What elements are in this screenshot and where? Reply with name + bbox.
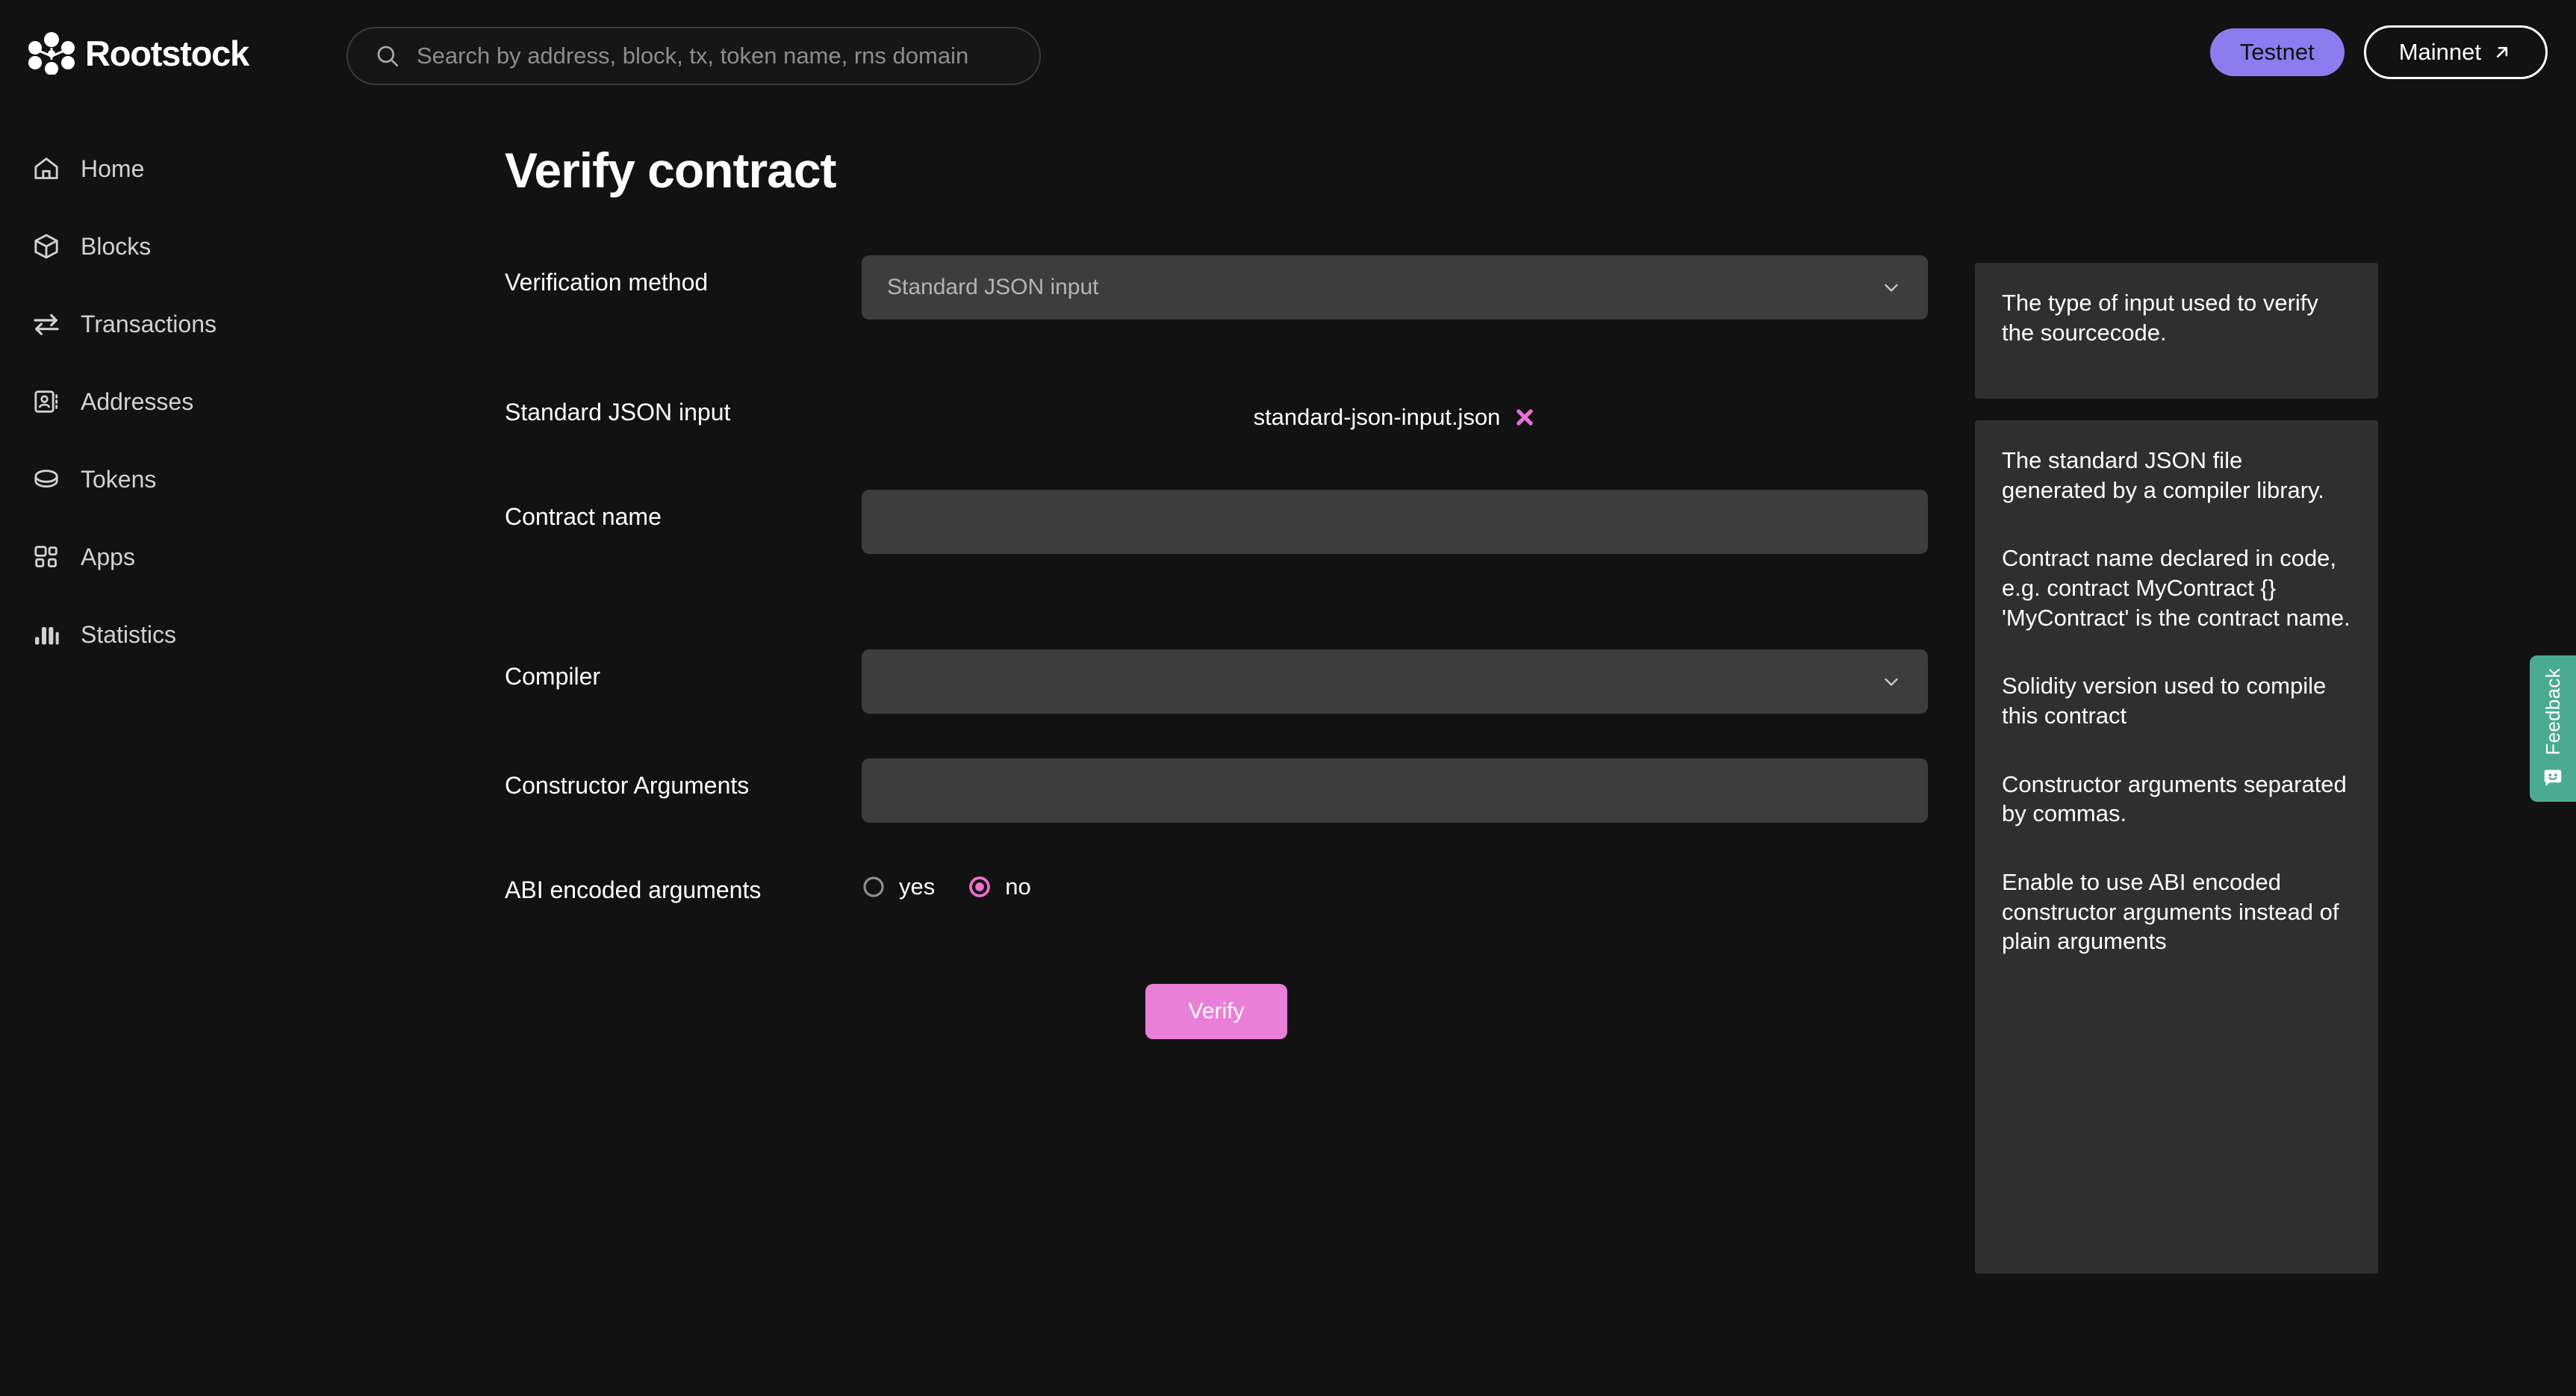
verification-method-select[interactable]: Standard JSON input [862,255,1928,320]
field-row-standard-json-input: Standard JSON input standard-json-input.… [505,385,1923,449]
uploaded-file-chip: standard-json-input.json [862,385,1928,449]
feedback-tab[interactable]: Feedback [2530,655,2576,802]
address-book-icon [34,390,58,413]
uploaded-file-name: standard-json-input.json [1253,404,1501,430]
sidebar-item-label: Tokens [81,465,157,493]
sidebar-item-blocks[interactable]: Blocks [0,227,246,266]
contract-name-input[interactable] [862,490,1928,554]
sidebar-item-label: Addresses [81,387,194,415]
compiler-select[interactable] [862,649,1928,714]
verification-method-field: Standard JSON input [862,255,1928,320]
search-bar[interactable] [346,27,1041,85]
field-row-constructor-arguments: Constructor Arguments [505,758,1928,823]
abi-radio-option-no[interactable]: no [968,873,1031,900]
brand-logo-link[interactable]: Rootstock [28,31,249,75]
network-mainnet-label: Mainnet [2398,39,2481,65]
bar-chart-icon [35,627,59,645]
help-text: The type of input used to verify the sou… [2002,290,2318,346]
abi-radio-group: yes no [862,863,1928,900]
sidebar-item-tokens[interactable]: Tokens [0,460,246,499]
radio-unselected-icon [863,876,884,897]
external-link-arrow-icon [2496,46,2508,58]
sidebar-item-label: Blocks [81,232,152,260]
sidebar-item-label: Transactions [81,310,217,337]
help-text: The standard JSON file generated by a co… [2002,447,2324,503]
help-text: Constructor arguments separated by comma… [2002,770,2347,827]
field-row-compiler: Compiler [505,649,1928,714]
verify-button[interactable]: Verify [1145,984,1287,1039]
page-title: Verify contract [505,143,837,198]
abi-encoded-arguments-label: ABI encoded arguments [505,876,762,903]
apps-grid-icon [34,546,57,567]
contract-name-label: Contract name [505,503,662,530]
help-text: Contract name declared in code, e.g. con… [2002,545,2351,631]
help-panel-column: The type of input used to verify the sou… [1975,263,2378,1274]
field-row-abi-encoded-arguments: ABI encoded arguments yes no [505,863,1923,905]
feedback-label: Feedback [2541,667,2564,755]
sidebar-item-label: Statistics [81,620,177,648]
constructor-arguments-label: Constructor Arguments [505,772,750,799]
help-text: Solidity version used to compile this co… [2002,673,2327,729]
compiler-field [862,649,1928,714]
standard-json-input-label: Standard JSON input [505,399,731,426]
search-input[interactable] [417,43,1012,69]
sidebar-item-home[interactable]: Home [0,149,246,188]
help-text: Enable to use ABI encoded constructor ar… [2002,869,2339,955]
coin-icon [34,470,58,488]
compiler-label: Compiler [505,663,601,690]
sidebar-nav: Home Blocks Transactions Addresses Token… [0,149,246,693]
feedback-smiley-icon [2544,770,2562,786]
sidebar-item-label: Apps [81,543,135,570]
network-mainnet-button[interactable]: Mainnet [2363,25,2548,79]
constructor-arguments-field [862,758,1928,823]
sidebar-item-apps[interactable]: Apps [0,537,246,576]
abi-radio-label-no: no [1005,873,1031,900]
verification-method-value: Standard JSON input [887,275,1099,299]
verify-contract-form: Verify contract Verification method Stan… [505,142,1928,1039]
top-bar: Rootstock Testnet Mainnet [0,0,2576,112]
home-icon [34,158,58,179]
abi-radio-label-yes: yes [899,873,936,900]
brand-name: Rootstock [85,33,249,73]
sidebar-item-label: Home [81,155,145,182]
contract-name-field [862,490,1928,554]
network-testnet-button[interactable]: Testnet [2209,28,2345,76]
help-card-verification-method: The type of input used to verify the sou… [1975,263,2378,399]
constructor-arguments-input[interactable] [862,758,1928,823]
transactions-arrows-icon [34,314,59,335]
rootstock-logo-icon [28,32,75,75]
chevron-down-icon [1885,284,1898,292]
radio-selected-icon [969,876,991,897]
sidebar-item-addresses[interactable]: Addresses [0,382,246,421]
network-switcher: Testnet Mainnet [2209,25,2548,79]
chevron-down-icon [1885,678,1898,686]
field-row-contract-name: Contract name [505,490,1928,554]
verification-method-label: Verification method [505,269,709,296]
close-x-icon[interactable] [1513,406,1536,429]
app-root: Rootstock Testnet Mainnet [0,0,2576,1396]
standard-json-input-field: standard-json-input.json [862,385,1928,449]
abi-radio-option-yes[interactable]: yes [862,873,935,900]
sidebar-item-statistics[interactable]: Statistics [0,615,246,654]
submit-row: Verify [505,984,1928,1039]
sidebar-item-transactions[interactable]: Transactions [0,305,246,343]
abi-encoded-arguments-field: yes no [862,863,1928,900]
help-card-fields: The standard JSON file generated by a co… [1975,420,2378,1274]
cube-icon [34,234,58,259]
search-icon [377,46,399,67]
field-row-verification-method: Verification method Standard JSON input [505,255,1928,320]
network-testnet-label: Testnet [2239,39,2315,65]
